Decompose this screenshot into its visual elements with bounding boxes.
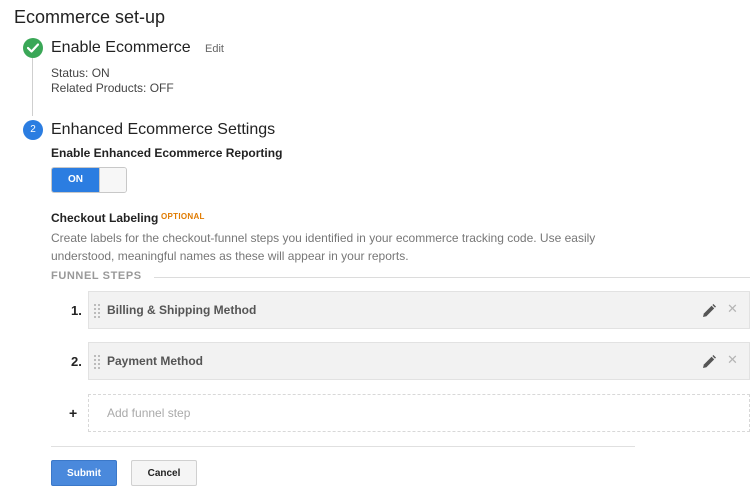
funnel-divider: [154, 277, 750, 278]
funnel-step-number: 1.: [71, 303, 82, 318]
add-funnel-step-button[interactable]: Add funnel step: [88, 394, 750, 432]
close-icon[interactable]: ✕: [727, 301, 738, 317]
funnel-step-number: 2.: [71, 354, 82, 369]
drag-handle-icon[interactable]: [94, 355, 100, 369]
add-funnel-step-label: Add funnel step: [107, 406, 191, 420]
related-products-text: Related Products: OFF: [51, 81, 174, 95]
plus-icon[interactable]: +: [69, 405, 77, 421]
page-title: Ecommerce set-up: [14, 7, 166, 27]
step1-title: Enable Ecommerce: [51, 39, 191, 56]
enhanced-reporting-toggle[interactable]: ON: [51, 167, 127, 193]
step2-title: Enhanced Ecommerce Settings: [51, 121, 276, 138]
funnel-step-row[interactable]: Billing & Shipping Method ✕: [88, 291, 750, 329]
funnel-step-label: Billing & Shipping Method: [107, 303, 257, 317]
toggle-on-label: ON: [52, 168, 99, 192]
step-connector-line: [32, 58, 33, 116]
pencil-icon[interactable]: [701, 303, 717, 319]
enhanced-reporting-label: Enable Enhanced Ecommerce Reporting: [51, 146, 283, 160]
actions-divider: [51, 446, 635, 447]
submit-button[interactable]: Submit: [51, 460, 117, 486]
toggle-knob: [99, 168, 126, 192]
funnel-steps-header: FUNNEL STEPS: [51, 270, 142, 282]
step2-number-badge: 2: [23, 120, 43, 140]
funnel-step-label: Payment Method: [107, 354, 204, 368]
checkout-description: Create labels for the checkout-funnel st…: [51, 231, 596, 263]
pencil-icon[interactable]: [701, 354, 717, 370]
checkout-labeling-heading: Checkout Labeling: [51, 211, 159, 225]
cancel-button[interactable]: Cancel: [131, 460, 197, 486]
close-icon[interactable]: ✕: [727, 352, 738, 368]
funnel-step-row[interactable]: Payment Method ✕: [88, 342, 750, 380]
edit-link[interactable]: Edit: [205, 43, 224, 55]
status-text: Status: ON: [51, 66, 110, 80]
drag-handle-icon[interactable]: [94, 304, 100, 318]
optional-badge: OPTIONAL: [161, 212, 205, 221]
check-circle-icon: [23, 38, 43, 58]
